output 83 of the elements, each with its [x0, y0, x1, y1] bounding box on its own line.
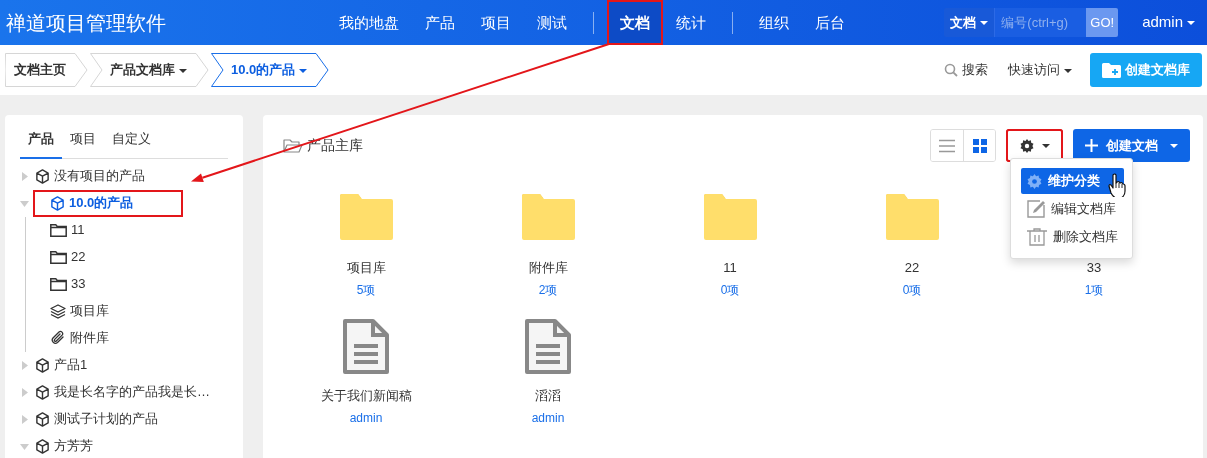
tree-item[interactable]: 33 [48, 270, 92, 298]
nav-tab[interactable]: 产品 [412, 0, 468, 45]
document-name[interactable]: 滔滔 [535, 388, 561, 404]
cube-icon [35, 384, 50, 400]
folder-name[interactable]: 33 [1086, 260, 1102, 276]
trash-icon [1027, 228, 1047, 246]
user-menu[interactable]: admin [1136, 10, 1201, 35]
grid-icon [972, 138, 987, 153]
item-count[interactable]: 5项 [356, 283, 376, 297]
nav-tab[interactable]: 文档 [607, 0, 663, 45]
folder-icon [339, 194, 393, 240]
document-name[interactable]: 关于我们新闻稿 [320, 388, 412, 404]
tree-item[interactable]: 产品1 [33, 351, 94, 379]
cube-icon [35, 168, 50, 184]
tree-item[interactable]: 测试子计划的产品 [33, 405, 164, 433]
paperclip-icon [50, 330, 66, 346]
tree-item[interactable]: 没有项目的产品 [33, 162, 151, 190]
nav-tab[interactable]: 我的地盘 [326, 0, 412, 45]
folder-icon [50, 250, 67, 264]
tree-item[interactable]: 我是长名字的产品我是长… [33, 378, 216, 406]
breadcrumb-item[interactable]: 产品文档库 [90, 53, 209, 87]
nav-tab[interactable]: 统计 [663, 0, 719, 45]
folder-name[interactable]: 11 [723, 260, 737, 276]
caret-icon [1170, 143, 1178, 148]
list-icon [939, 138, 955, 153]
search-icon [944, 63, 958, 77]
search-field[interactable]: 编号(ctrl+g) [994, 8, 1087, 37]
nav-tab[interactable]: 项目 [468, 0, 524, 45]
menu-item[interactable]: 维护分类 [1021, 168, 1124, 194]
tree-item[interactable]: 10.0的产品 [33, 189, 183, 217]
tree-item[interactable]: 方芳芳 [33, 432, 99, 458]
folder-icon [703, 194, 757, 240]
folder-name[interactable]: 22 [904, 260, 920, 276]
item-count[interactable]: 0项 [902, 283, 922, 297]
tree-item[interactable]: 11 [48, 216, 91, 244]
nav-tab[interactable]: 组织 [746, 0, 802, 45]
sidebar-tab[interactable]: 产品 [20, 125, 62, 159]
folder-open-icon [283, 137, 303, 154]
folder-icon [885, 194, 939, 240]
cube-icon [35, 438, 50, 454]
cube-icon [35, 357, 50, 373]
search-link[interactable]: 搜索 [934, 60, 998, 80]
gear-icon [1027, 173, 1042, 189]
search-scope-dropdown[interactable]: 文档 [944, 12, 995, 33]
hand-cursor-icon [1108, 173, 1126, 197]
item-count[interactable]: 1项 [1084, 283, 1104, 297]
folder-name[interactable]: 项目库 [346, 260, 386, 276]
sidebar-tab[interactable]: 项目 [62, 125, 104, 159]
edit-icon [1027, 200, 1045, 218]
create-document-button[interactable]: 创建文档 [1073, 129, 1190, 162]
cube-icon [35, 411, 50, 427]
menu-item[interactable]: 编辑文档库 [1021, 196, 1124, 222]
plus-icon [1085, 139, 1098, 152]
author-link[interactable]: admin [531, 411, 565, 425]
folder-icon [50, 223, 67, 237]
document-icon [342, 319, 390, 375]
document-icon [524, 319, 572, 375]
menu-item[interactable]: 删除文档库 [1021, 224, 1124, 250]
grid-view-button[interactable] [963, 130, 995, 161]
layers-icon [50, 303, 66, 319]
cube-icon [50, 195, 65, 211]
nav-tab[interactable]: 后台 [802, 0, 858, 45]
item-count[interactable]: 2项 [538, 283, 558, 297]
caret-icon [1041, 143, 1050, 148]
nav-tab[interactable]: 测试 [524, 0, 580, 45]
folder-name[interactable]: 附件库 [528, 260, 568, 276]
tree-item[interactable]: 附件库 [48, 324, 115, 352]
folder-icon [521, 194, 575, 240]
folder-icon [50, 277, 67, 291]
author-link[interactable]: admin [349, 411, 383, 425]
caret-icon [1064, 68, 1072, 73]
breadcrumb-item[interactable]: 文档主页 [5, 53, 88, 87]
tree-item[interactable]: 22 [48, 243, 92, 271]
app-title: 禅道项目管理软件 [6, 10, 167, 36]
caret-icon [980, 21, 989, 26]
settings-icon [1019, 138, 1034, 153]
item-count[interactable]: 0项 [720, 283, 740, 297]
sidebar-tab[interactable]: 自定义 [104, 125, 159, 159]
tree-item[interactable]: 项目库 [48, 297, 115, 325]
folder-plus-icon [1102, 62, 1121, 78]
breadcrumb-item[interactable]: 10.0的产品 [211, 53, 330, 87]
caret-icon [1187, 21, 1195, 26]
quick-access-dropdown[interactable]: 快速访问 [998, 60, 1082, 80]
